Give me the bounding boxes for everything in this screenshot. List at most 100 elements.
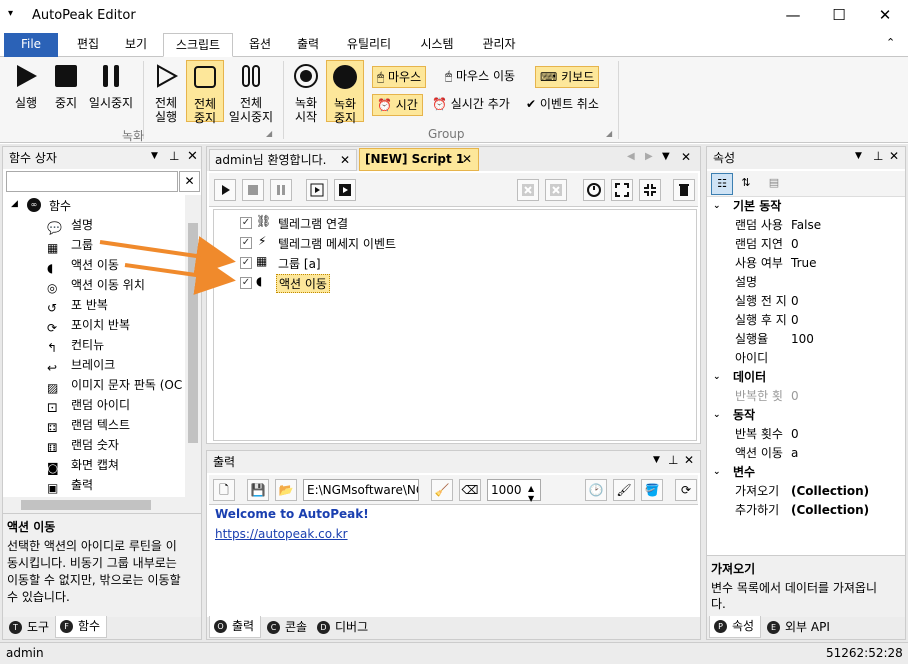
spin-down-icon[interactable]: ▼ bbox=[528, 489, 534, 509]
tab-external-api[interactable]: E 외부 API bbox=[763, 617, 839, 639]
prop-row[interactable]: 실행 전 지0 bbox=[707, 292, 905, 311]
timer-button[interactable] bbox=[583, 179, 605, 201]
tab-debug[interactable]: D 디버그 bbox=[313, 617, 375, 639]
close-icon[interactable]: ✕ bbox=[340, 150, 350, 170]
enabled-checkbox[interactable]: ✓ bbox=[240, 277, 252, 289]
tab-file[interactable]: File bbox=[4, 33, 58, 57]
tree-scrollbar[interactable] bbox=[185, 195, 201, 497]
mouse-record-toggle[interactable]: 🖱 마우스 bbox=[372, 66, 427, 88]
dropdown-icon[interactable]: ▼ bbox=[653, 455, 660, 465]
event-cancel-toggle[interactable]: ✔ 이벤트 취소 bbox=[522, 94, 603, 116]
enabled-checkbox[interactable]: ✓ bbox=[240, 257, 252, 269]
folder-icon[interactable]: 📂 bbox=[275, 479, 297, 501]
record-stop-button[interactable]: 녹화 중지 bbox=[326, 60, 364, 125]
close-icon[interactable]: ✕ bbox=[462, 149, 472, 169]
close-icon[interactable]: ✕ bbox=[681, 150, 691, 164]
prop-row[interactable]: 가져오기 (Collection) bbox=[707, 482, 905, 501]
stop-all-button[interactable]: 전체 중지 bbox=[186, 60, 224, 125]
pin-icon[interactable]: ⊥ bbox=[873, 149, 883, 163]
tab-script-1[interactable]: [NEW] Script 1 ✕ bbox=[359, 148, 479, 171]
keyboard-record-toggle[interactable]: ⌨ 키보드 bbox=[535, 66, 600, 88]
dropdown-icon[interactable]: ▼ bbox=[855, 151, 862, 161]
collapse-ribbon-icon[interactable]: ⌃ bbox=[886, 36, 895, 49]
line-limit-stepper[interactable]: 1000 ▲ ▼ bbox=[487, 479, 541, 503]
tab-properties[interactable]: P 속성 bbox=[709, 616, 761, 638]
disable-button[interactable] bbox=[517, 179, 539, 201]
scroll-right-icon[interactable]: ▶ bbox=[645, 151, 653, 162]
clock-icon[interactable]: 🕑 bbox=[585, 479, 607, 501]
run-from-button[interactable] bbox=[334, 179, 356, 201]
tab-console[interactable]: C 콘솔 bbox=[263, 617, 313, 639]
prop-row[interactable]: 랜덤 사용 False bbox=[707, 216, 905, 235]
tab-script[interactable]: 스크립트 bbox=[163, 33, 233, 57]
pause-button[interactable]: 일시중지 bbox=[86, 63, 136, 110]
tab-welcome[interactable]: admin님 환영합니다. ✕ bbox=[209, 149, 357, 171]
tab-output[interactable]: 출력 bbox=[288, 33, 328, 57]
output-link[interactable]: https://autopeak.co.kr bbox=[215, 527, 348, 541]
new-file-icon[interactable]: 🗋 bbox=[213, 479, 235, 501]
category-variables[interactable]: ⌄ 변수 bbox=[707, 463, 905, 482]
tree-root-label[interactable]: 함수 bbox=[49, 197, 71, 214]
tab-functions[interactable]: F 함수 bbox=[55, 616, 107, 638]
prop-row[interactable]: 액션 이동 a bbox=[707, 444, 905, 463]
stop-button[interactable] bbox=[242, 179, 264, 201]
categorized-icon[interactable]: ☷ bbox=[711, 173, 733, 195]
refresh-icon[interactable]: ⟳ bbox=[675, 479, 697, 501]
tab-options[interactable]: 옵션 bbox=[240, 33, 280, 57]
output-path-input[interactable]: E:\NGMsoftware\NG bbox=[303, 479, 419, 501]
close-button[interactable]: ✕ bbox=[862, 0, 908, 31]
alphabetical-icon[interactable]: ⇅ bbox=[735, 173, 757, 195]
prop-row[interactable]: 랜덤 지연 0 bbox=[707, 235, 905, 254]
category-data[interactable]: ⌄ 데이터 bbox=[707, 368, 905, 387]
play-button[interactable] bbox=[214, 179, 236, 201]
prop-row[interactable]: 실행율 100 bbox=[707, 330, 905, 349]
mouse-move-toggle[interactable]: 🖱 마우스 이동 bbox=[441, 66, 519, 88]
collapse-button[interactable] bbox=[639, 179, 661, 201]
pause-all-button[interactable]: 전체 일시중지 bbox=[226, 63, 276, 124]
category-action[interactable]: ⌄ 동작 bbox=[707, 406, 905, 425]
enabled-checkbox[interactable]: ✓ bbox=[240, 217, 252, 229]
stop-button[interactable]: 중지 bbox=[46, 63, 86, 110]
scroll-thumb[interactable] bbox=[188, 223, 198, 443]
property-pages-icon[interactable]: ▤ bbox=[763, 173, 785, 195]
tab-admin[interactable]: 관리자 bbox=[474, 33, 524, 57]
clear-search-button[interactable]: ✕ bbox=[179, 171, 200, 192]
realtime-add-toggle[interactable]: ⏰ 실시간 추가 bbox=[428, 94, 514, 116]
prop-row[interactable]: 반복 횟수 0 bbox=[707, 425, 905, 444]
close-icon[interactable]: ✕ bbox=[684, 453, 694, 467]
prop-row[interactable]: 추가하기 (Collection) bbox=[707, 501, 905, 520]
prop-row[interactable]: 아이디 bbox=[707, 349, 905, 368]
scroll-left-icon[interactable]: ◀ bbox=[627, 151, 635, 162]
brush-icon[interactable]: 🖌 bbox=[613, 479, 635, 501]
fill-icon[interactable]: 🪣 bbox=[641, 479, 663, 501]
delete-button[interactable] bbox=[673, 179, 695, 201]
hscroll-thumb[interactable] bbox=[21, 500, 151, 510]
close-icon[interactable]: ✕ bbox=[187, 149, 198, 164]
tab-tools[interactable]: T 도구 bbox=[5, 617, 55, 639]
prop-row[interactable]: 사용 여부 True bbox=[707, 254, 905, 273]
time-record-toggle[interactable]: ⏰ 시간 bbox=[372, 94, 423, 116]
record-start-button[interactable]: 녹화 시작 bbox=[288, 63, 324, 124]
maximize-button[interactable]: ☐ bbox=[816, 0, 862, 31]
pause-button[interactable] bbox=[270, 179, 292, 201]
eraser-icon[interactable]: ⌫ bbox=[459, 479, 481, 501]
tree-hscrollbar[interactable] bbox=[3, 497, 201, 513]
run-button[interactable]: 실행 bbox=[6, 63, 46, 110]
prop-row[interactable]: 반복한 횟0 bbox=[707, 387, 905, 406]
tab-output[interactable]: O 출력 bbox=[209, 616, 261, 638]
step-play-button[interactable] bbox=[306, 179, 328, 201]
remove-button[interactable] bbox=[545, 179, 567, 201]
tab-utility[interactable]: 유틸리티 bbox=[338, 33, 400, 57]
close-icon[interactable]: ✕ bbox=[889, 149, 899, 163]
save-icon[interactable]: 💾 bbox=[247, 479, 269, 501]
dropdown-icon[interactable]: ▼ bbox=[151, 151, 158, 161]
pin-icon[interactable]: ⊥ bbox=[668, 453, 678, 467]
minimize-button[interactable]: — bbox=[770, 0, 816, 31]
prop-row[interactable]: 실행 후 지0 bbox=[707, 311, 905, 330]
tab-view[interactable]: 보기 bbox=[116, 33, 156, 57]
prop-row[interactable]: 설명 bbox=[707, 273, 905, 292]
function-search-input[interactable] bbox=[6, 171, 178, 192]
tree-expander-icon[interactable]: ◢ bbox=[11, 199, 18, 209]
system-menu-icon[interactable]: ▾ bbox=[8, 8, 13, 19]
run-all-button[interactable]: 전체 실행 bbox=[148, 63, 184, 124]
